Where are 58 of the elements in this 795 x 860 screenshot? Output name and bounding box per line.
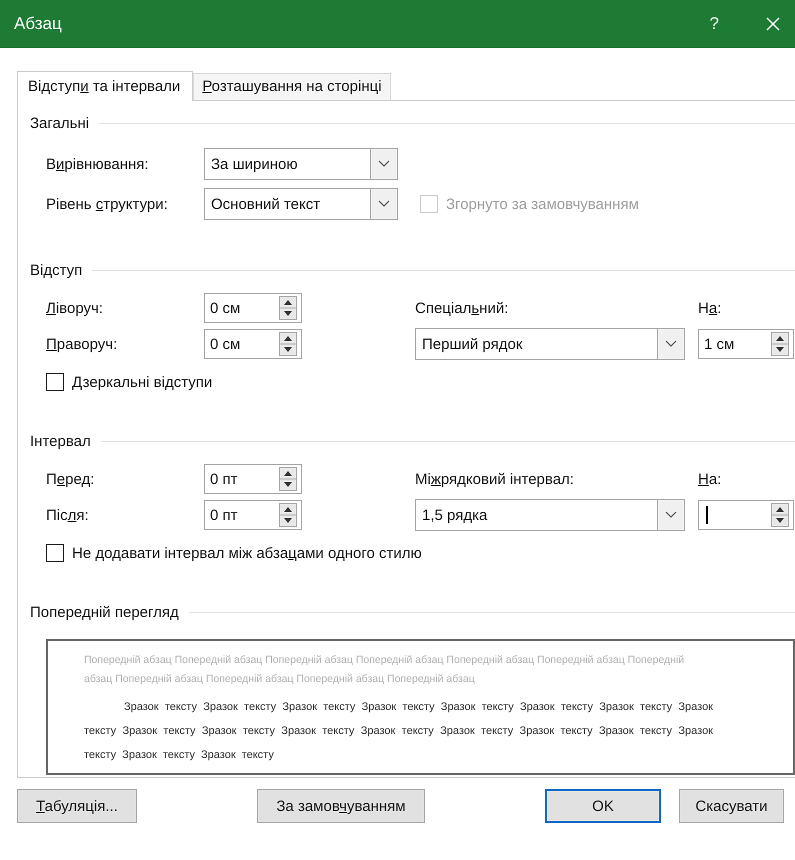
field-value: 0 пт — [209, 470, 239, 488]
checkbox[interactable] — [46, 373, 64, 391]
dropdown-value: Основний текст — [210, 196, 322, 212]
spin-field[interactable]: 0 пт — [204, 464, 302, 494]
preview-sample-text: Зразок тексту Зразок тексту Зразок тексту Зразок тексту Зразок тексту Зразок тексту Зразок тексту Зразок тексту Зразок тексту Зразок тексту Зразок тексту Зразок тексту Зразок тексту Зразок тексту Зразок тексту Зразок тексту Зразок тексту Зразок тексту — [84, 700, 713, 763]
chevron-down-icon — [665, 511, 677, 519]
field-label: Рівень структури: — [46, 196, 169, 212]
checkbox-label[interactable]: Не додавати інтервал між абзацами одного стилю — [72, 544, 422, 562]
spin-field[interactable]: 0 пт — [204, 500, 302, 530]
field-label: Перед: — [46, 470, 96, 488]
field-value: 1 см — [703, 336, 736, 352]
dialog-button[interactable]: OK — [545, 789, 661, 823]
dialog-button[interactable]: Табуляція... — [17, 789, 137, 823]
help-button[interactable]: ? — [710, 14, 719, 34]
close-icon[interactable] — [765, 16, 781, 32]
spin-arrows-icon[interactable] — [279, 296, 297, 320]
chevron-down-icon — [378, 200, 390, 208]
dropdown[interactable]: Перший рядок — [415, 328, 685, 360]
dropdown[interactable]: Основний текст — [204, 188, 398, 220]
field-label: На: — [698, 470, 722, 488]
spin-arrows-icon[interactable] — [771, 503, 789, 527]
dialog-button[interactable]: За замовчуванням — [257, 789, 425, 823]
field-value: 0 см — [209, 336, 242, 352]
section-heading: Попередній перегляд — [30, 604, 179, 621]
dropdown-value: 1,5 рядка — [421, 506, 488, 524]
field-label: Ліворуч: — [46, 300, 104, 316]
spin-field[interactable]: 0 см — [204, 329, 302, 359]
spin-arrows-icon[interactable] — [279, 467, 297, 491]
dropdown[interactable]: За шириною — [204, 148, 398, 180]
spin-arrows-icon[interactable] — [279, 503, 297, 527]
field-label: Вирівнювання: — [46, 156, 150, 172]
preview-previous-text: Попередній абзац Попередній абзац Попередній абзац Попередній абзац Попередній абзац Попередній абзац Попередній абзац Попередній абзац Попередній абзац Попередній абзац Попередній абзац — [84, 653, 686, 687]
field-label: Після: — [46, 506, 90, 524]
checkbox[interactable] — [46, 544, 64, 562]
section-heading: Інтервал — [30, 433, 91, 450]
field-label: Праворуч: — [46, 336, 118, 352]
dialog-button[interactable]: Скасувати — [679, 789, 784, 823]
section-heading: Відступ — [30, 262, 82, 279]
field-label: Спеціальний: — [415, 300, 510, 316]
field-label: На: — [698, 300, 722, 316]
field-label: Міжрядковий інтервал: — [415, 470, 575, 488]
dropdown[interactable]: 1,5 рядка — [415, 499, 685, 531]
window-title: Абзац — [14, 14, 63, 34]
dropdown-value: Перший рядок — [421, 336, 524, 352]
dropdown-value: За шириною — [210, 156, 299, 172]
chevron-down-icon — [378, 160, 390, 168]
section-heading: Загальні — [30, 115, 90, 132]
field-value: 0 см — [209, 300, 242, 316]
spin-field[interactable]: 1 см — [698, 329, 794, 359]
spin-arrows-icon[interactable] — [279, 332, 297, 356]
field-value: 0 пт — [209, 506, 239, 524]
spin-arrows-icon[interactable] — [771, 332, 789, 356]
tab[interactable]: Відступи та інтервали — [17, 71, 194, 101]
spin-field[interactable] — [698, 500, 794, 530]
chevron-down-icon — [665, 340, 677, 348]
spin-field[interactable]: 0 см — [204, 293, 302, 323]
tab[interactable]: Розташування на сторінці — [193, 73, 391, 100]
checkbox-label[interactable]: Дзеркальні відступи — [72, 374, 212, 390]
